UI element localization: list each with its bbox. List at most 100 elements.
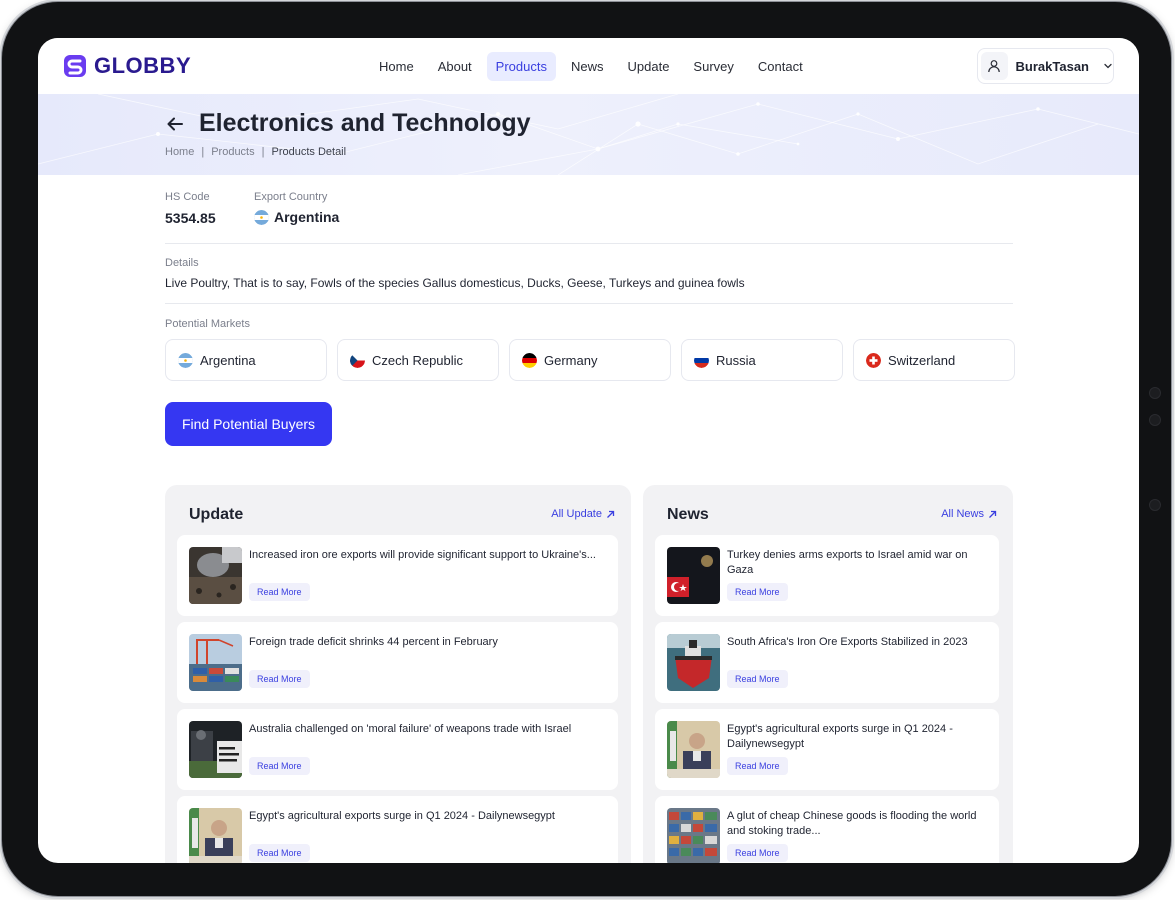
chevron-down-icon	[1103, 61, 1113, 71]
news-card[interactable]: South Africa's Iron Ore Exports Stabiliz…	[655, 622, 999, 703]
potential-markets-label: Potential Markets	[165, 318, 250, 330]
export-country-block: Export Country Argentina	[254, 191, 339, 225]
divider	[165, 243, 1013, 244]
details-label: Details	[165, 257, 199, 269]
news-card-title: Egypt's agricultural exports surge in Q1…	[727, 723, 953, 750]
nav-update[interactable]: Update	[619, 52, 679, 81]
all-news-label: All News	[941, 508, 984, 520]
protest-sign-thumbnail	[189, 721, 242, 778]
market-name: Czech Republic	[372, 352, 464, 368]
argentina-flag-icon	[178, 353, 193, 368]
port-containers-thumbnail	[189, 634, 242, 691]
switzerland-flag-icon	[866, 353, 881, 368]
user-menu[interactable]: BurakTasan	[977, 48, 1114, 84]
tablet-frame: GLOBBY Home About Products News Update S…	[2, 2, 1171, 896]
official-meeting-thumbnail	[189, 808, 242, 863]
update-card-title: Australia challenged on 'moral failure' …	[249, 723, 572, 735]
all-update-label: All Update	[551, 508, 602, 520]
update-card-title: Egypt's agricultural exports surge in Q1…	[249, 810, 555, 822]
page-header: Electronics and Technology Home | Produc…	[38, 94, 1139, 175]
user-icon	[981, 52, 1008, 80]
read-more-button[interactable]: Read More	[727, 757, 788, 775]
news-card-title: A glut of cheap Chinese goods is floodin…	[727, 810, 977, 837]
nav-home[interactable]: Home	[370, 52, 423, 81]
arrow-up-right-icon	[989, 510, 997, 518]
side-button	[1149, 387, 1161, 399]
news-card[interactable]: Egypt's agricultural exports surge in Q1…	[655, 709, 999, 790]
read-more-button[interactable]: Read More	[249, 757, 310, 775]
brand-logo[interactable]: GLOBBY	[62, 53, 191, 79]
update-card[interactable]: Australia challenged on 'moral failure' …	[177, 709, 618, 790]
market-name: Russia	[716, 352, 756, 368]
export-country-value: Argentina	[274, 209, 340, 225]
nav-survey[interactable]: Survey	[684, 52, 742, 81]
app-screen: GLOBBY Home About Products News Update S…	[38, 38, 1139, 863]
breadcrumb-separator: |	[201, 146, 205, 158]
iron-ore-thumbnail	[189, 547, 242, 604]
breadcrumb-current: Products Detail	[271, 146, 347, 158]
read-more-button[interactable]: Read More	[249, 844, 310, 862]
news-card[interactable]: Turkey denies arms exports to Israel ami…	[655, 535, 999, 616]
brand-name: GLOBBY	[94, 53, 192, 78]
market-chip-germany[interactable]: Germany	[509, 339, 671, 381]
hs-code-label: HS Code	[165, 191, 210, 203]
update-panel-title: Update	[189, 506, 244, 523]
market-chip-czech-republic[interactable]: Czech Republic	[337, 339, 499, 381]
argentina-flag-icon	[254, 210, 269, 225]
czech-flag-icon	[350, 353, 365, 368]
official-meeting-thumbnail	[667, 721, 720, 778]
germany-flag-icon	[522, 353, 537, 368]
breadcrumb-separator: |	[261, 146, 265, 158]
nav-contact[interactable]: Contact	[749, 52, 812, 81]
market-chip-argentina[interactable]: Argentina	[165, 339, 327, 381]
export-country-label: Export Country	[254, 191, 328, 203]
globby-logo-icon	[64, 55, 86, 77]
cargo-ship-thumbnail	[667, 634, 720, 691]
market-chip-switzerland[interactable]: Switzerland	[853, 339, 1015, 381]
read-more-button[interactable]: Read More	[727, 844, 788, 862]
nav-about[interactable]: About	[429, 52, 481, 81]
news-card[interactable]: A glut of cheap Chinese goods is floodin…	[655, 796, 999, 863]
update-card[interactable]: Egypt's agricultural exports surge in Q1…	[177, 796, 618, 863]
update-card[interactable]: Increased iron ore exports will provide …	[177, 535, 618, 616]
arrow-up-right-icon	[607, 510, 615, 518]
news-panel: News All News Turkey denies arms exports…	[643, 485, 1013, 863]
news-card-title: Turkey denies arms exports to Israel ami…	[727, 549, 968, 576]
breadcrumb: Home | Products | Products Detail	[165, 146, 346, 158]
side-button	[1149, 414, 1161, 426]
all-update-link[interactable]: All Update	[551, 508, 615, 520]
market-name: Switzerland	[888, 352, 956, 368]
read-more-button[interactable]: Read More	[249, 583, 310, 601]
user-name: BurakTasan	[1015, 58, 1089, 74]
update-card-title: Increased iron ore exports will provide …	[249, 549, 596, 561]
market-chip-russia[interactable]: Russia	[681, 339, 843, 381]
hs-code-value: 5354.85	[165, 210, 216, 226]
update-panel: Update All Update Increased iron ore exp…	[165, 485, 631, 863]
hs-code-block: HS Code 5354.85	[165, 191, 216, 226]
top-navigation: GLOBBY Home About Products News Update S…	[38, 38, 1139, 94]
details-block: Details Live Poultry, That is to say, Fo…	[165, 257, 745, 290]
turkey-flag-thumbnail	[667, 547, 720, 604]
nav-products[interactable]: Products	[486, 52, 556, 81]
find-potential-buyers-button[interactable]: Find Potential Buyers	[165, 402, 332, 446]
update-card[interactable]: Foreign trade deficit shrinks 44 percent…	[177, 622, 618, 703]
news-panel-title: News	[667, 506, 709, 523]
back-arrow-icon[interactable]	[165, 114, 185, 134]
side-button	[1149, 499, 1161, 511]
read-more-button[interactable]: Read More	[727, 670, 788, 688]
potential-markets-list: Argentina Czech Republic Germany Russia …	[165, 339, 1015, 381]
divider	[165, 303, 1013, 304]
market-name: Germany	[544, 352, 598, 368]
update-card-title: Foreign trade deficit shrinks 44 percent…	[249, 636, 498, 648]
breadcrumb-home[interactable]: Home	[165, 146, 194, 158]
news-card-title: South Africa's Iron Ore Exports Stabiliz…	[727, 636, 968, 648]
read-more-button[interactable]: Read More	[249, 670, 310, 688]
all-news-link[interactable]: All News	[941, 508, 997, 520]
read-more-button[interactable]: Read More	[727, 583, 788, 601]
main-nav: Home About Products News Update Survey C…	[370, 52, 812, 81]
breadcrumb-products[interactable]: Products	[211, 146, 254, 158]
russia-flag-icon	[694, 353, 709, 368]
market-name: Argentina	[200, 352, 256, 368]
nav-news[interactable]: News	[562, 52, 613, 81]
shipping-containers-thumbnail	[667, 808, 720, 863]
